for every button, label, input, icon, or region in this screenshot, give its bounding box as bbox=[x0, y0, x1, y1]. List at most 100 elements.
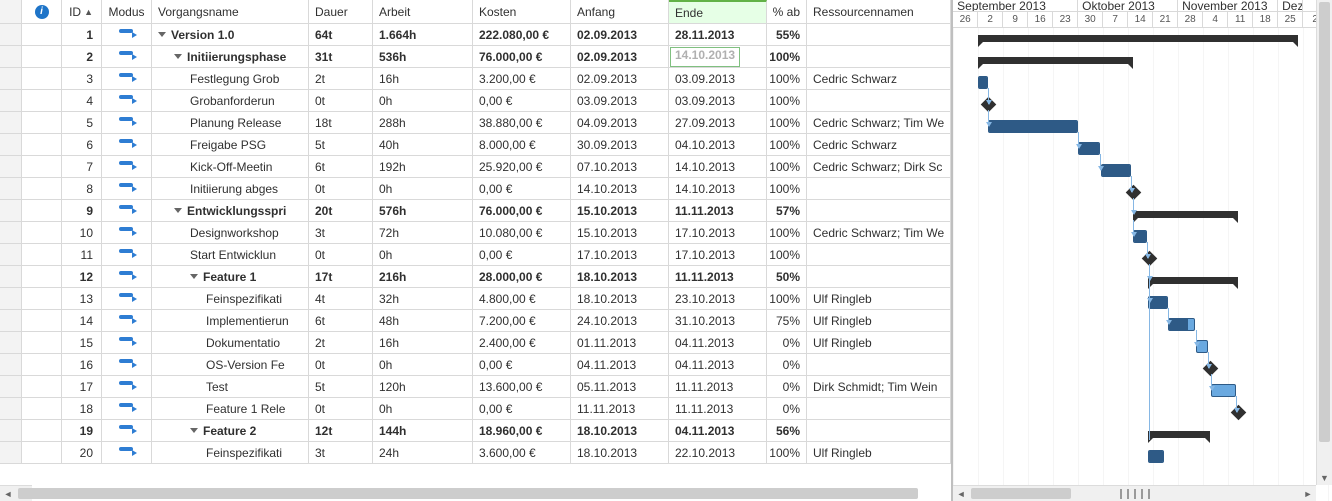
work-cell[interactable]: 536h bbox=[373, 46, 473, 67]
work-cell[interactable]: 0h bbox=[373, 398, 473, 419]
percent-cell[interactable]: 100% bbox=[767, 178, 807, 199]
end-cell[interactable]: 04.11.2013 bbox=[669, 420, 767, 441]
resources-cell[interactable] bbox=[807, 398, 951, 419]
table-row[interactable]: 19Feature 212t144h18.960,00 €18.10.20130… bbox=[0, 420, 951, 442]
end-cell[interactable]: 17.10.2013 bbox=[669, 244, 767, 265]
cost-cell[interactable]: 8.000,00 € bbox=[473, 134, 571, 155]
month-header[interactable]: Oktober 2013 bbox=[1078, 0, 1178, 11]
row-selector[interactable] bbox=[0, 376, 22, 397]
cost-cell[interactable]: 2.400,00 € bbox=[473, 332, 571, 353]
name-cell[interactable]: Version 1.0 bbox=[152, 24, 309, 45]
cost-cell[interactable]: 25.920,00 € bbox=[473, 156, 571, 177]
cost-cell[interactable]: 0,00 € bbox=[473, 398, 571, 419]
duration-cell[interactable]: 6t bbox=[309, 156, 373, 177]
name-cell[interactable]: Designworkshop bbox=[152, 222, 309, 243]
end-cell[interactable]: 11.11.2013 bbox=[669, 376, 767, 397]
cost-cell[interactable]: 0,00 € bbox=[473, 354, 571, 375]
end-cell[interactable]: 11.11.2013 bbox=[669, 266, 767, 287]
start-cell[interactable]: 14.10.2013 bbox=[571, 178, 669, 199]
horizontal-scrollbar-left[interactable]: ◄ ► bbox=[0, 485, 32, 501]
row-selector[interactable] bbox=[0, 442, 22, 463]
summary-bar[interactable] bbox=[1148, 431, 1210, 438]
gantt-body[interactable] bbox=[953, 28, 1332, 501]
row-selector[interactable] bbox=[0, 354, 22, 375]
name-cell[interactable]: Initiierung abges bbox=[152, 178, 309, 199]
percent-cell[interactable]: 100% bbox=[767, 156, 807, 177]
work-cell[interactable]: 288h bbox=[373, 112, 473, 133]
percent-cell[interactable]: 100% bbox=[767, 222, 807, 243]
table-row[interactable]: 11Start Entwicklun0t0h0,00 €17.10.201317… bbox=[0, 244, 951, 266]
start-cell[interactable]: 15.10.2013 bbox=[571, 222, 669, 243]
resources-cell[interactable]: Ulf Ringleb bbox=[807, 332, 951, 353]
table-row[interactable]: 18Feature 1 Rele0t0h0,00 €11.11.201311.1… bbox=[0, 398, 951, 420]
resources-cell[interactable]: Cedric Schwarz; Dirk Sc bbox=[807, 156, 951, 177]
percent-cell[interactable]: 100% bbox=[767, 90, 807, 111]
milestone-marker[interactable] bbox=[1203, 361, 1219, 377]
start-cell[interactable]: 11.11.2013 bbox=[571, 398, 669, 419]
duration-cell[interactable]: 0t bbox=[309, 398, 373, 419]
scroll-down-icon[interactable]: ▼ bbox=[1317, 471, 1332, 485]
percent-cell[interactable]: 50% bbox=[767, 266, 807, 287]
table-row[interactable]: 8Initiierung abges0t0h0,00 €14.10.201314… bbox=[0, 178, 951, 200]
row-selector[interactable] bbox=[0, 332, 22, 353]
milestone-marker[interactable] bbox=[1126, 185, 1142, 201]
timeline-months[interactable]: September 2013Oktober 2013November 2013D… bbox=[953, 0, 1332, 12]
work-cell[interactable]: 576h bbox=[373, 200, 473, 221]
row-selector[interactable] bbox=[0, 90, 22, 111]
percent-cell[interactable]: 100% bbox=[767, 442, 807, 463]
row-selector[interactable] bbox=[0, 24, 22, 45]
table-row[interactable]: 3Festlegung Grob2t16h3.200,00 €02.09.201… bbox=[0, 68, 951, 90]
col-cost[interactable]: Kosten bbox=[473, 0, 571, 23]
work-cell[interactable]: 72h bbox=[373, 222, 473, 243]
resources-cell[interactable] bbox=[807, 244, 951, 265]
resources-cell[interactable]: Ulf Ringleb bbox=[807, 310, 951, 331]
percent-cell[interactable]: 75% bbox=[767, 310, 807, 331]
end-cell[interactable]: 14.10.2013 bbox=[669, 178, 767, 199]
scroll-left-icon[interactable]: ◄ bbox=[953, 489, 969, 499]
end-cell[interactable]: 17.10.2013 bbox=[669, 222, 767, 243]
col-resources[interactable]: Ressourcennamen bbox=[807, 0, 951, 23]
task-bar[interactable] bbox=[988, 120, 1078, 133]
row-selector[interactable] bbox=[0, 398, 22, 419]
work-cell[interactable]: 192h bbox=[373, 156, 473, 177]
month-header[interactable]: September 2013 bbox=[953, 0, 1078, 11]
week-header[interactable]: 26 bbox=[953, 12, 978, 27]
col-percent[interactable]: % ab bbox=[767, 0, 807, 23]
name-cell[interactable]: Start Entwicklun bbox=[152, 244, 309, 265]
week-header[interactable]: 28 bbox=[1178, 12, 1203, 27]
week-header[interactable]: 30 bbox=[1078, 12, 1103, 27]
month-header[interactable]: November 2013 bbox=[1178, 0, 1278, 11]
week-header[interactable]: 16 bbox=[1028, 12, 1053, 27]
end-cell[interactable]: 14.10.2013 bbox=[669, 46, 767, 67]
resources-cell[interactable] bbox=[807, 90, 951, 111]
percent-cell[interactable]: 0% bbox=[767, 332, 807, 353]
end-cell[interactable]: 04.10.2013 bbox=[669, 134, 767, 155]
end-cell[interactable]: 04.11.2013 bbox=[669, 354, 767, 375]
cost-cell[interactable]: 3.200,00 € bbox=[473, 68, 571, 89]
name-cell[interactable]: Initiierungsphase bbox=[152, 46, 309, 67]
row-selector[interactable] bbox=[0, 266, 22, 287]
start-cell[interactable]: 18.10.2013 bbox=[571, 288, 669, 309]
task-bar[interactable] bbox=[1211, 384, 1236, 397]
milestone-marker[interactable] bbox=[1142, 251, 1158, 267]
start-cell[interactable]: 18.10.2013 bbox=[571, 442, 669, 463]
week-header[interactable]: 23 bbox=[1053, 12, 1078, 27]
end-cell[interactable]: 03.09.2013 bbox=[669, 68, 767, 89]
week-header[interactable]: 14 bbox=[1128, 12, 1153, 27]
week-header[interactable]: 25 bbox=[1278, 12, 1303, 27]
task-bar[interactable] bbox=[1101, 164, 1131, 177]
month-header[interactable]: Dez bbox=[1278, 0, 1303, 11]
duration-cell[interactable]: 0t bbox=[309, 90, 373, 111]
end-cell[interactable]: 31.10.2013 bbox=[669, 310, 767, 331]
duration-cell[interactable]: 0t bbox=[309, 178, 373, 199]
resources-cell[interactable]: Ulf Ringleb bbox=[807, 288, 951, 309]
collapse-icon[interactable] bbox=[158, 32, 166, 37]
summary-bar[interactable] bbox=[1148, 277, 1238, 284]
resources-cell[interactable] bbox=[807, 24, 951, 45]
row-selector[interactable] bbox=[0, 112, 22, 133]
end-cell[interactable]: 11.11.2013 bbox=[669, 398, 767, 419]
task-bar[interactable] bbox=[1148, 450, 1164, 463]
start-cell[interactable]: 04.11.2013 bbox=[571, 354, 669, 375]
milestone-marker[interactable] bbox=[981, 97, 997, 113]
cost-cell[interactable]: 18.960,00 € bbox=[473, 420, 571, 441]
